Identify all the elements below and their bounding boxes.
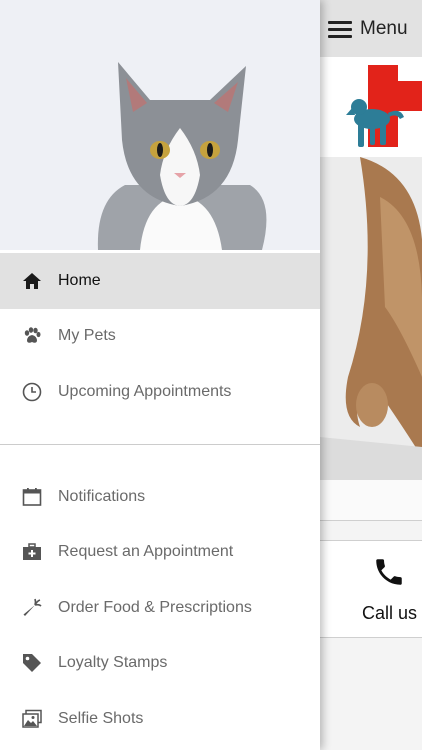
nav-item-label: Request an Appointment [58,543,234,561]
call-us-label: Call us [362,603,418,623]
medical-kit-icon [22,542,42,562]
drawer-header-cat-photo [0,0,320,250]
nav-item-request-appointment[interactable]: Request an Appointment [0,524,320,580]
carrot-icon [22,598,42,618]
call-us-button[interactable]: Call us [320,540,422,638]
nav-item-label: Home [58,271,101,289]
nav-item-label: Order Food & Prescriptions [58,598,252,616]
navigation-drawer: Home My Pets Upcoming Appointments Notif… [0,0,320,750]
nav-item-my-pets[interactable]: My Pets [0,309,320,365]
nav-item-order-food-prescriptions[interactable]: Order Food & Prescriptions [0,580,320,636]
paw-icon [22,326,42,346]
tag-icon [22,653,42,673]
drawer-nav: Home My Pets Upcoming Appointments Notif… [0,253,320,747]
calendar-icon [22,487,42,507]
nav-item-label: Upcoming Appointments [58,382,232,400]
menu-label: Menu [360,18,408,39]
nav-item-loyalty-stamps[interactable]: Loyalty Stamps [0,636,320,692]
nav-item-label: Notifications [58,487,146,505]
images-icon [22,709,42,729]
main-app-panel: Menu Call us [320,0,422,750]
nav-item-label: Loyalty Stamps [58,654,168,672]
home-icon [22,271,42,291]
nav-item-upcoming-appointments[interactable]: Upcoming Appointments [0,364,320,420]
nav-item-selfie-shots[interactable]: Selfie Shots [0,691,320,747]
nav-item-notifications[interactable]: Notifications [0,469,320,525]
clock-icon [22,382,42,402]
hamburger-icon [328,20,352,38]
content-band [320,480,422,521]
app-top-bar: Menu [320,0,422,57]
nav-item-label: My Pets [58,327,116,345]
clinic-logo [320,57,422,157]
phone-icon [372,555,406,589]
nav-item-label: Selfie Shots [58,709,144,727]
nav-divider [0,443,320,445]
cat-hero-image [320,157,422,480]
nav-item-home[interactable]: Home [0,253,320,309]
menu-button[interactable]: Menu [328,14,408,44]
